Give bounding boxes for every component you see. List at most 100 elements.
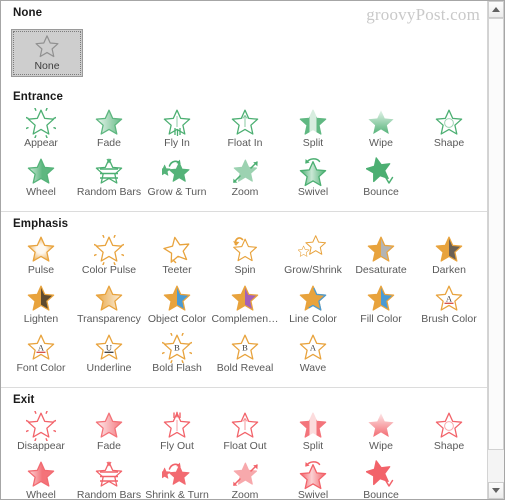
animation-item-fly-in[interactable]: Fly In (143, 107, 211, 156)
scrollbar-thumb[interactable] (488, 18, 504, 450)
section-header-emphasis: Emphasis (13, 218, 69, 230)
animation-item-label: Fly Out (160, 440, 194, 452)
animation-item-label: Float Out (223, 440, 267, 452)
star-color-pulse-icon (91, 233, 127, 267)
animation-item-fade[interactable]: Fade (75, 107, 143, 156)
star-teeter-icon (162, 235, 192, 265)
animation-item-float-in[interactable]: Float In (211, 107, 279, 156)
animation-item-bold-flash[interactable]: B Bold Flash (143, 331, 211, 381)
star-bars-icon (94, 157, 124, 187)
animation-item-zoom[interactable]: Zoom (211, 459, 279, 499)
svg-text:B: B (174, 343, 180, 353)
section-entrance: Entrance Appear Fade Fly In Float In Split Wip… (1, 85, 488, 211)
animation-item-float-out[interactable]: Float Out (211, 410, 279, 459)
animation-item-fill-color[interactable]: Fill Color (347, 283, 415, 332)
animation-item-transparency[interactable]: Transparency (75, 283, 143, 332)
star-fade-icon (94, 108, 124, 138)
animation-item-wave[interactable]: A Wave (279, 332, 347, 381)
animation-item-grow-shrink[interactable]: Grow/Shrink (279, 234, 347, 283)
star-bounce-icon (365, 460, 396, 490)
animation-item-shape[interactable]: Shape (415, 410, 483, 459)
scroll-up-arrow-icon[interactable] (488, 1, 504, 18)
animation-sections: Entrance Appear Fade Fly In Float In Split Wip… (1, 85, 488, 499)
star-wipe-icon (366, 108, 396, 138)
animation-item-wipe[interactable]: Wipe (347, 410, 415, 459)
animation-item-label: Spin (234, 264, 256, 276)
animation-item-label: Zoom (231, 489, 259, 499)
animation-item-wheel[interactable]: Wheel (7, 459, 75, 499)
animation-item-bounce[interactable]: Bounce (347, 156, 415, 205)
animation-item-pulse[interactable]: Pulse (7, 234, 75, 283)
animation-item-label: Fade (97, 440, 121, 452)
animation-item-label: Float In (227, 137, 263, 149)
animation-item-disappear[interactable]: Disappear (7, 409, 75, 459)
animation-item-label: Color Pulse (81, 264, 137, 276)
animation-item-object-color[interactable]: Object Color (143, 283, 211, 332)
animation-item-random-bars[interactable]: Random Bars (75, 459, 143, 499)
star-darken-icon (434, 235, 464, 265)
vertical-scrollbar[interactable] (487, 1, 504, 499)
animation-item-underline[interactable]: U Underline (75, 332, 143, 381)
animation-item-split[interactable]: Split (279, 410, 347, 459)
section-header-entrance: Entrance (13, 91, 64, 103)
svg-text:A: A (446, 294, 453, 304)
animation-item-zoom[interactable]: Zoom (211, 156, 279, 205)
star-bounce-icon (365, 157, 396, 187)
star-fly-out-icon (162, 411, 192, 441)
triangle-up-icon (492, 7, 500, 12)
animation-item-split[interactable]: Split (279, 107, 347, 156)
animation-item-wipe[interactable]: Wipe (347, 107, 415, 156)
animation-item-font-color[interactable]: A Font Color (7, 332, 75, 381)
animation-item-darken[interactable]: Darken (415, 234, 483, 283)
animation-item-swivel[interactable]: Swivel (279, 156, 347, 205)
star-fade-icon (94, 411, 124, 441)
animation-item-color-pulse[interactable]: Color Pulse (75, 233, 143, 283)
animation-item-label: Bold Flash (152, 362, 202, 374)
animation-item-fade[interactable]: Fade (75, 410, 143, 459)
animation-item-label: Desaturate (355, 264, 407, 276)
animation-item-label: Fly In (164, 137, 190, 149)
animation-item-wheel[interactable]: Wheel (7, 156, 75, 205)
animation-item-swivel[interactable]: Swivel (279, 459, 347, 499)
star-bars-icon (94, 460, 124, 490)
star-fill-color-icon (366, 284, 396, 314)
star-shape-icon (434, 108, 464, 138)
section-header-exit: Exit (13, 394, 35, 406)
animation-item-none[interactable]: None (11, 29, 83, 77)
gallery-content-pane: groovyPost.com None None Entrance Appear F… (1, 1, 488, 499)
animation-item-teeter[interactable]: Teeter (143, 234, 211, 283)
animation-item-lighten[interactable]: Lighten (7, 283, 75, 332)
svg-text:A: A (38, 343, 45, 353)
star-swivel-icon (298, 157, 328, 187)
animation-item-label: None (34, 60, 60, 72)
animation-item-grow-turn[interactable]: Grow & Turn (143, 156, 211, 205)
star-wave-icon: A (298, 333, 328, 363)
animation-item-shrink-turn[interactable]: Shrink & Turn (143, 459, 211, 499)
scroll-down-arrow-icon[interactable] (488, 482, 504, 499)
animation-item-label: Darken (432, 264, 466, 276)
animation-item-line-color[interactable]: Line Color (279, 283, 347, 332)
star-zoom-icon (230, 157, 260, 187)
star-fly-icon (162, 108, 192, 138)
animation-item-bounce[interactable]: Bounce (347, 459, 415, 499)
animation-grid-emphasis: Pulse Color Pulse Teeter Spin Grow/Shrink Des… (1, 233, 488, 387)
star-swivel-icon (298, 460, 328, 490)
animation-item-label: Wheel (26, 489, 56, 499)
animation-item-random-bars[interactable]: Random Bars (75, 156, 143, 205)
animation-item-fly-out[interactable]: Fly Out (143, 410, 211, 459)
star-wheel-icon (26, 460, 56, 490)
animation-item-label: Teeter (162, 264, 192, 276)
animation-item-brush-color[interactable]: A Brush Color (415, 283, 483, 332)
animation-item-bold-reveal[interactable]: B Bold Reveal (211, 332, 279, 381)
animation-item-spin[interactable]: Spin (211, 234, 279, 283)
scrollbar-track[interactable] (488, 18, 504, 482)
star-outline-icon (34, 34, 60, 60)
animation-item-shape[interactable]: Shape (415, 107, 483, 156)
section-exit: Exit Disappear Fade Fly Out Float Out Split Wi… (1, 387, 488, 499)
animation-item-complemen[interactable]: Complemen… (211, 283, 279, 332)
star-shape-icon (434, 411, 464, 441)
animation-item-desaturate[interactable]: Desaturate (347, 234, 415, 283)
animation-item-label: Line Color (289, 313, 337, 325)
star-grow-turn-icon (158, 460, 192, 490)
animation-item-appear[interactable]: Appear (7, 106, 75, 156)
